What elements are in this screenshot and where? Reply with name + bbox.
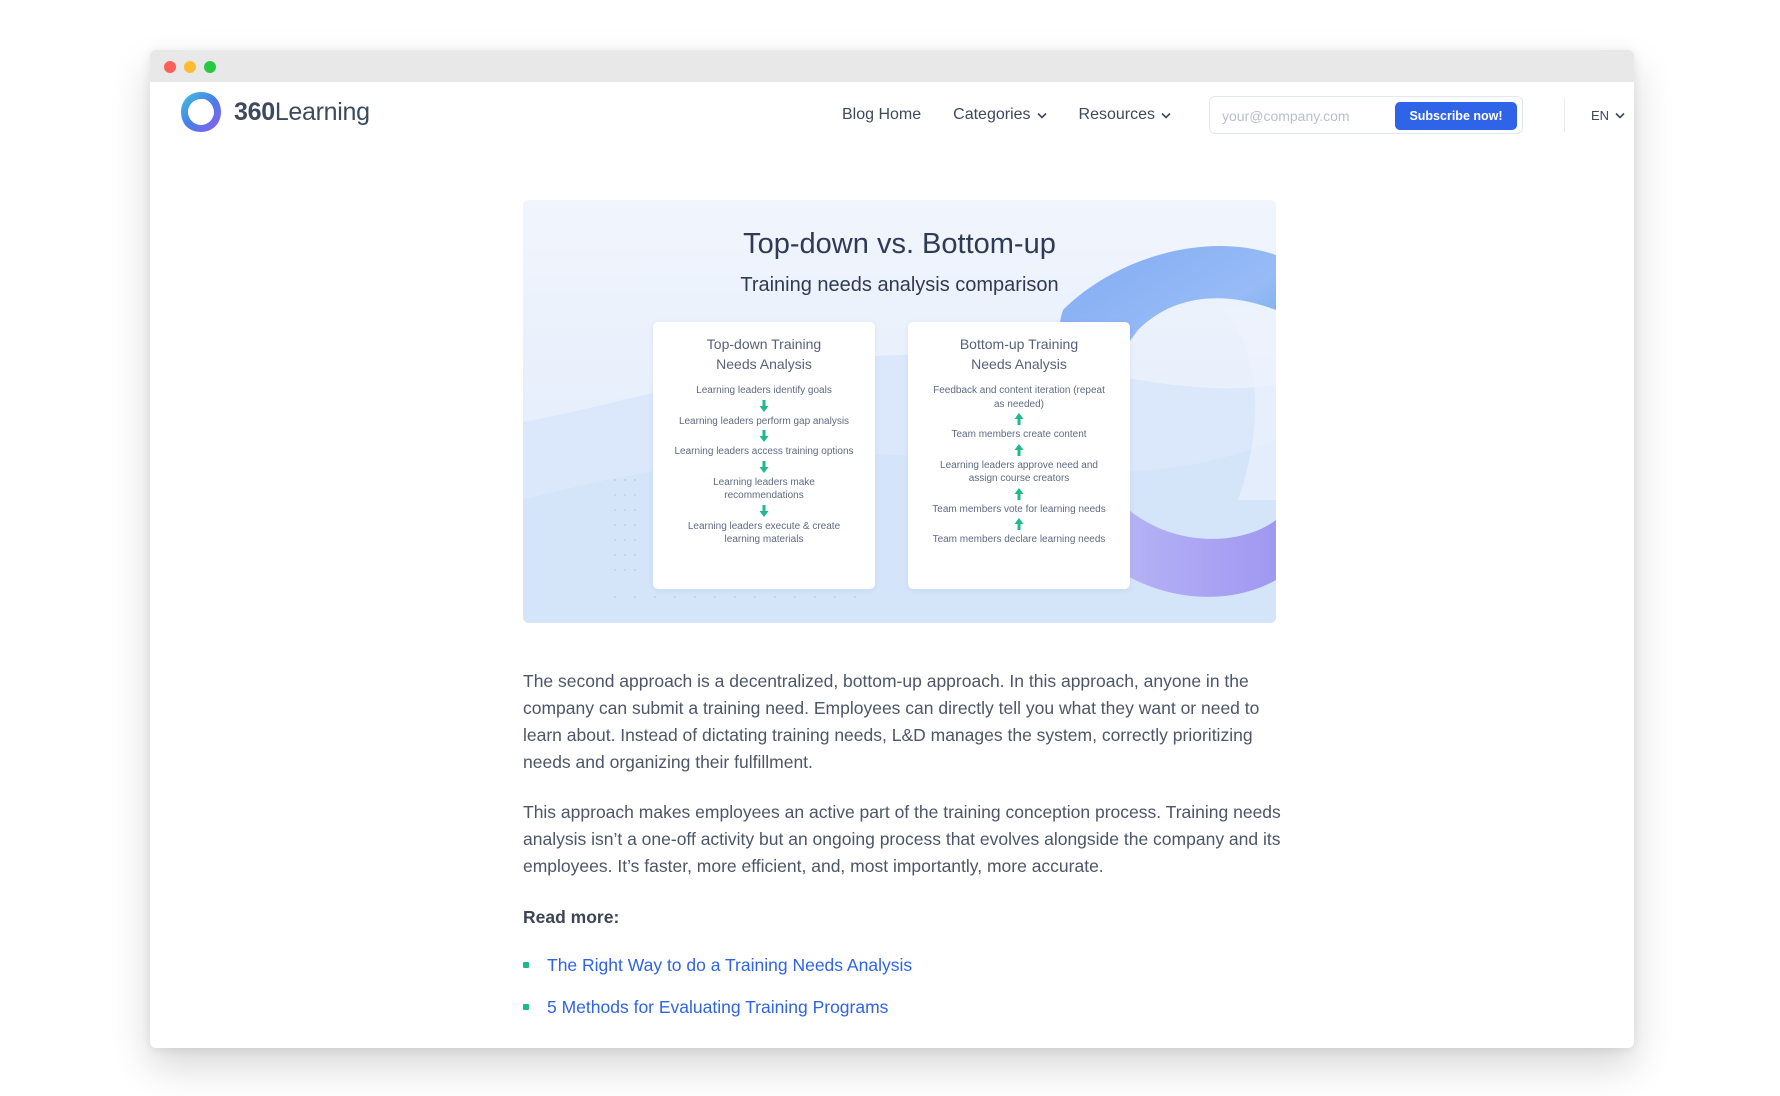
main-navigation: Blog Home Categories Resources [842,106,1171,124]
step-item: Feedback and content iteration (repeat a… [933,385,1105,410]
read-more-link[interactable]: The Right Way to do a Training Needs Ana… [547,955,912,975]
arrow-down-icon [759,504,769,517]
step-item: Team members create content [951,429,1087,440]
newsletter-subscribe-form: Subscribe now! [1209,96,1523,134]
bottom-up-card: Bottom-up Training Needs Analysis Feedba… [908,322,1130,589]
arrow-up-icon [1014,413,1024,425]
step-item: Learning leaders identify goals [696,385,832,396]
step-item: Learning leaders make recommendations [713,476,815,502]
step-item: Team members vote for learning needs [932,503,1106,515]
minimize-window-button[interactable] [184,61,196,73]
chevron-down-icon [1615,112,1625,119]
arrow-down-icon [759,430,769,442]
list-item: The Right Way to do a Training Needs Ana… [523,952,1283,994]
chevron-down-icon [1036,112,1047,119]
comparison-infographic: Top-down vs. Bottom-up Training needs an… [523,200,1276,623]
arrow-down-icon [759,460,769,473]
infographic-title: Top-down vs. Bottom-up [743,228,1056,260]
nav-blog-home[interactable]: Blog Home [842,106,921,124]
nav-resources-dropdown[interactable]: Resources [1079,106,1171,124]
window-titlebar [150,50,1634,82]
read-more-list: The Right Way to do a Training Needs Ana… [523,952,1283,1036]
step-item: Learning leaders perform gap analysis [678,415,850,427]
step-item: Learning leaders execute & create learni… [687,520,841,546]
site-header: 360Learning Blog Home Categories Resourc… [150,82,1634,152]
browser-window: 360Learning Blog Home Categories Resourc… [150,50,1634,1048]
list-item: 5 Methods for Evaluating Training Progra… [523,994,1283,1036]
subscribe-button[interactable]: Subscribe now! [1395,102,1517,130]
arrow-up-icon [1014,518,1024,530]
bullet-icon [523,1004,529,1010]
step-item: Learning leaders access training options [674,446,854,457]
chevron-down-icon [1161,112,1171,119]
360learning-ring-icon [181,92,221,132]
infographic-background [523,200,1276,623]
card-title: Bottom-up Training Needs Analysis [959,336,1079,372]
read-more-link[interactable]: 5 Methods for Evaluating Training Progra… [547,997,888,1017]
close-window-button[interactable] [164,61,176,73]
article-body: The second approach is a decentralized, … [523,668,1283,1036]
step-list: Learning leaders identify goals Learning… [653,384,875,547]
step-list: Feedback and content iteration (repeat a… [908,384,1130,547]
infographic-subtitle: Training needs analysis comparison [740,274,1059,296]
maximize-window-button[interactable] [204,61,216,73]
site-logo[interactable]: 360Learning [178,89,370,135]
card-title: Top-down Training Needs Analysis [706,336,822,372]
read-more-heading: Read more: [523,907,620,927]
language-selector[interactable]: EN [1591,108,1625,123]
nav-divider [1564,98,1565,132]
email-input[interactable] [1220,105,1384,127]
step-item: Team members declare learning needs [932,534,1106,545]
article-paragraph: The second approach is a decentralized, … [523,671,1260,772]
arrow-up-icon [1014,487,1024,500]
arrow-up-icon [1014,443,1024,456]
arrow-down-icon [759,399,769,412]
article-paragraph: This approach makes employees an active … [523,802,1281,876]
top-down-card: Top-down Training Needs Analysis Learnin… [653,322,875,589]
logo-wordmark: 360Learning [234,97,370,126]
step-item: Learning leaders approve need and assign… [940,459,1098,485]
nav-categories-dropdown[interactable]: Categories [953,106,1047,124]
bullet-icon [523,962,529,968]
